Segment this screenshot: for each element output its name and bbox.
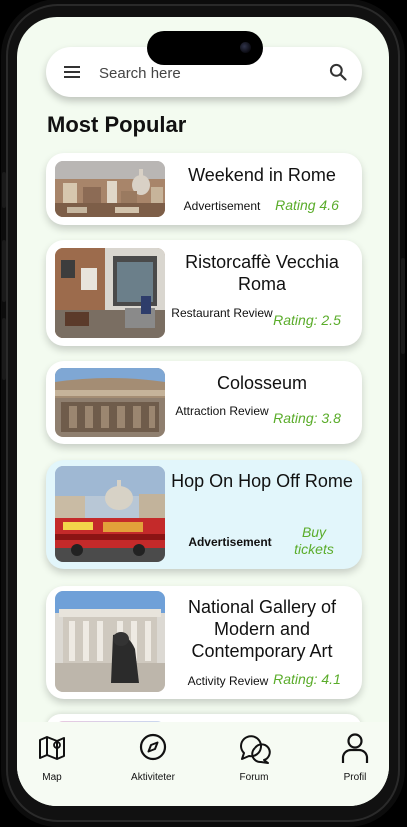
buy-tickets-link[interactable]: Buy tickets: [284, 524, 344, 558]
nav-item-aktiviteter[interactable]: Aktiviteter: [113, 732, 193, 783]
camera-lens: [240, 42, 251, 53]
phone-side-button: [2, 172, 6, 208]
colosseum-image: [55, 368, 165, 437]
chat-bubbles-icon: [240, 735, 271, 764]
card-title: Ristorcaffè Vecchia Roma: [185, 252, 339, 294]
card-rating: Rating: 2.5: [273, 312, 341, 328]
nav-label: Forum: [239, 772, 269, 783]
card-type: Attraction Review: [175, 404, 269, 418]
nav-item-forum[interactable]: Forum: [214, 732, 294, 783]
rome-skyline-image: [55, 161, 165, 217]
restaurant-image: [55, 248, 165, 338]
nav-item-map[interactable]: Map: [12, 732, 92, 783]
phone-side-button: [2, 240, 6, 302]
tour-bus-image: [55, 466, 165, 562]
card-type: Restaurant Review: [171, 306, 273, 320]
phone-side-button: [2, 318, 6, 380]
dynamic-island: [147, 31, 263, 65]
user-icon: [341, 733, 369, 763]
nav-label: Profil: [343, 772, 367, 783]
card-title: National Gallery of Modern and Contempor…: [187, 597, 337, 661]
card-rating: Rating: 4.1: [273, 671, 341, 687]
card-weekend-in-rome[interactable]: Weekend in Rome Advertisement Rating 4.6: [46, 153, 362, 225]
map-icon: [39, 736, 65, 760]
compass-icon: [139, 733, 167, 761]
card-colosseum[interactable]: Colosseum Attraction Review Rating: 3.8: [46, 361, 362, 444]
card-type: Advertisement: [183, 199, 261, 213]
national-gallery-image: [55, 591, 165, 692]
phone-side-button: [401, 258, 405, 354]
nav-item-profil[interactable]: Profil: [315, 732, 395, 783]
card-rating: Rating 4.6: [275, 197, 339, 213]
card-national-gallery[interactable]: National Gallery of Modern and Contempor…: [46, 586, 362, 699]
card-rating: Rating: 3.8: [273, 410, 341, 426]
card-title: Weekend in Rome: [188, 165, 336, 185]
card-type: Advertisement: [188, 535, 272, 549]
bottom-navigation: Map Aktiviteter Forum Profil: [17, 722, 389, 806]
nav-label: Map: [42, 772, 62, 783]
nav-label: Aktiviteter: [131, 772, 175, 783]
card-hop-on-hop-off-rome[interactable]: Hop On Hop Off Rome Advertisement Buy ti…: [46, 460, 362, 569]
card-ristorcaffe-vecchia-roma[interactable]: Ristorcaffè Vecchia Roma Restaurant Revi…: [46, 240, 362, 346]
card-title: Hop On Hop Off Rome: [171, 471, 353, 491]
hamburger-menu-icon[interactable]: [64, 66, 80, 78]
search-icon[interactable]: [328, 62, 348, 82]
card-title: Colosseum: [216, 373, 308, 393]
section-title: Most Popular: [47, 112, 187, 137]
